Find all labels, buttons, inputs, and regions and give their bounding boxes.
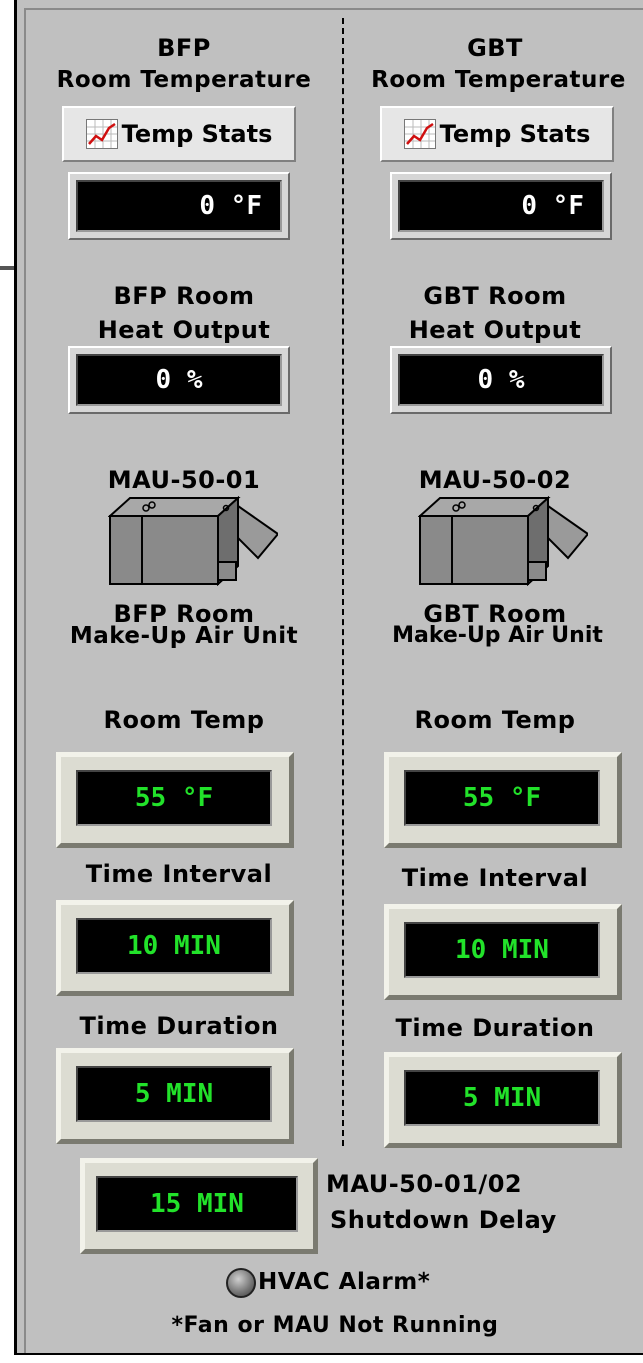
right-title-line2: Room Temperature — [371, 67, 626, 93]
left-time-duration-label: Time Duration — [79, 1012, 279, 1040]
right-room-temp-setpoint[interactable]: 55 °F — [404, 770, 600, 826]
left-mau-id: MAU-50-01 — [107, 466, 261, 494]
left-time-duration-value[interactable]: 5 MIN — [76, 1066, 272, 1122]
shutdown-delay-value[interactable]: 15 MIN — [96, 1176, 298, 1232]
left-title-line1: BFP — [157, 34, 211, 62]
alarm-footnote: *Fan or MAU Not Running — [171, 1313, 499, 1338]
right-room-temp-display: 0 °F — [398, 180, 604, 232]
left-time-interval-value[interactable]: 10 MIN — [76, 918, 272, 974]
right-heat-label-line2: Heat Output — [408, 316, 582, 344]
shutdown-label-line1: MAU-50-01/02 — [326, 1170, 523, 1198]
right-heat-label-line1: GBT Room — [423, 282, 567, 310]
indicator-lamp-icon — [226, 1268, 256, 1298]
right-title-line1: GBT — [467, 34, 523, 62]
column-divider — [342, 18, 344, 1146]
chart-icon — [85, 119, 118, 149]
left-room-temp-label: Room Temp — [103, 706, 265, 734]
right-mau-id: MAU-50-02 — [418, 466, 572, 494]
left-room-temp-display: 0 °F — [76, 180, 282, 232]
temp-stats-label: Temp Stats — [121, 120, 273, 148]
shutdown-label-line2: Shutdown Delay — [330, 1206, 557, 1234]
left-mau-label-line2: Make-Up Air Unit — [69, 623, 299, 649]
left-heat-label-line2: Heat Output — [97, 316, 271, 344]
temp-stats-label: Temp Stats — [439, 120, 591, 148]
left-temp-stats-button[interactable]: Temp Stats — [62, 106, 296, 162]
right-temp-stats-button[interactable]: Temp Stats — [380, 106, 614, 162]
air-unit-icon[interactable] — [417, 495, 590, 587]
hvac-alarm-label: HVAC Alarm* — [258, 1269, 431, 1295]
left-time-interval-label: Time Interval — [85, 860, 273, 888]
right-mau-label-line2: Make-Up Air Unit — [392, 623, 603, 648]
left-room-temp-setpoint[interactable]: 55 °F — [76, 770, 272, 826]
air-unit-icon[interactable] — [107, 495, 280, 587]
right-room-temp-label: Room Temp — [414, 706, 576, 734]
right-time-duration-label: Time Duration — [395, 1014, 595, 1042]
left-title-line2: Room Temperature — [56, 67, 312, 93]
right-heat-output-display: 0 % — [398, 354, 604, 406]
left-heat-label-line1: BFP Room — [113, 282, 255, 310]
right-time-duration-value[interactable]: 5 MIN — [404, 1070, 600, 1126]
left-heat-output-display: 0 % — [76, 354, 282, 406]
chart-icon — [403, 119, 436, 149]
right-time-interval-label: Time Interval — [401, 864, 589, 892]
right-time-interval-value[interactable]: 10 MIN — [404, 922, 600, 978]
